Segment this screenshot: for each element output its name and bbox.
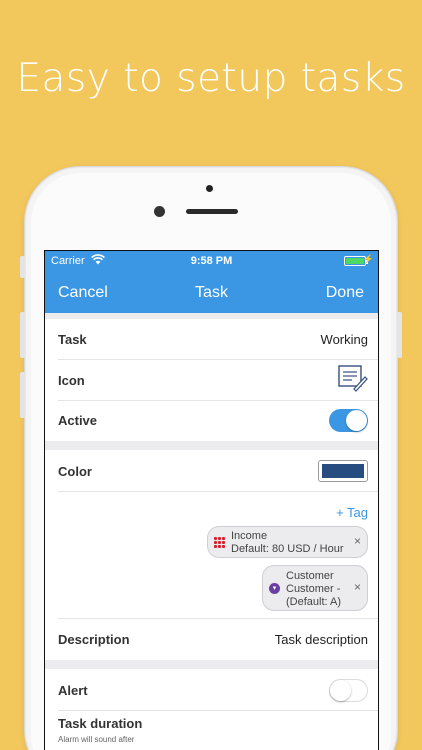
alert-label: Alert [58, 683, 88, 698]
proximity-sensor [206, 185, 213, 192]
earpiece-speaker [186, 209, 238, 214]
tag-chip-customer[interactable]: ▾ Customer Customer - (Default: A) × [262, 565, 368, 611]
task-label: Task [58, 332, 87, 347]
add-tag-button[interactable]: + Tag [336, 505, 368, 520]
description-label: Description [58, 632, 130, 647]
task-value: Working [320, 332, 368, 347]
icon-row[interactable]: Icon [45, 360, 378, 401]
active-row: Active [45, 401, 378, 441]
status-bar: Carrier 9:58 PM ⚡ [45, 251, 378, 271]
navigation-bar: Carrier 9:58 PM ⚡ Cancel Task Done [45, 251, 378, 313]
front-camera [154, 206, 165, 217]
headline: Easy to setup tasks [16, 56, 406, 101]
task-row[interactable]: Task Working [45, 319, 378, 360]
tag-customer-line2: Customer - [286, 583, 341, 595]
mute-switch [20, 256, 25, 278]
remove-tag-income-icon[interactable]: × [354, 535, 361, 548]
color-swatch[interactable] [318, 460, 368, 482]
color-row[interactable]: Color [45, 450, 378, 491]
remove-tag-customer-icon[interactable]: × [354, 581, 361, 594]
task-duration-label: Task duration [58, 716, 143, 731]
done-button[interactable]: Done [326, 284, 364, 302]
tag-customer-name: Customer [286, 570, 334, 582]
color-label: Color [58, 464, 92, 479]
grid-icon [214, 537, 225, 548]
tag-income-default: Default: 80 USD / Hour [231, 543, 344, 555]
active-label: Active [58, 413, 98, 428]
alert-toggle[interactable] [329, 679, 368, 702]
chevron-circle-icon: ▾ [269, 583, 280, 594]
volume-up-button [20, 312, 25, 358]
document-pencil-icon[interactable] [338, 365, 368, 396]
power-button [397, 312, 402, 358]
task-duration-hint: Alarm will sound after [58, 735, 135, 744]
description-value: Task description [274, 632, 368, 647]
volume-down-button [20, 372, 25, 418]
tag-income-name: Income [231, 530, 268, 542]
charging-icon: ⚡ [362, 254, 374, 264]
description-row[interactable]: Description Task description [45, 619, 378, 660]
task-duration-row[interactable]: Task duration Alarm will sound after [45, 711, 378, 750]
alert-row: Alert [45, 669, 378, 710]
app-screen: Carrier 9:58 PM ⚡ Cancel Task Done Task … [44, 250, 379, 750]
tag-chip-income[interactable]: Income Default: 80 USD / Hour × [207, 526, 368, 558]
tag-customer-line3: (Default: A) [286, 596, 342, 608]
active-toggle[interactable] [329, 409, 368, 432]
icon-label: Icon [58, 373, 85, 388]
status-time: 9:58 PM [190, 255, 233, 267]
